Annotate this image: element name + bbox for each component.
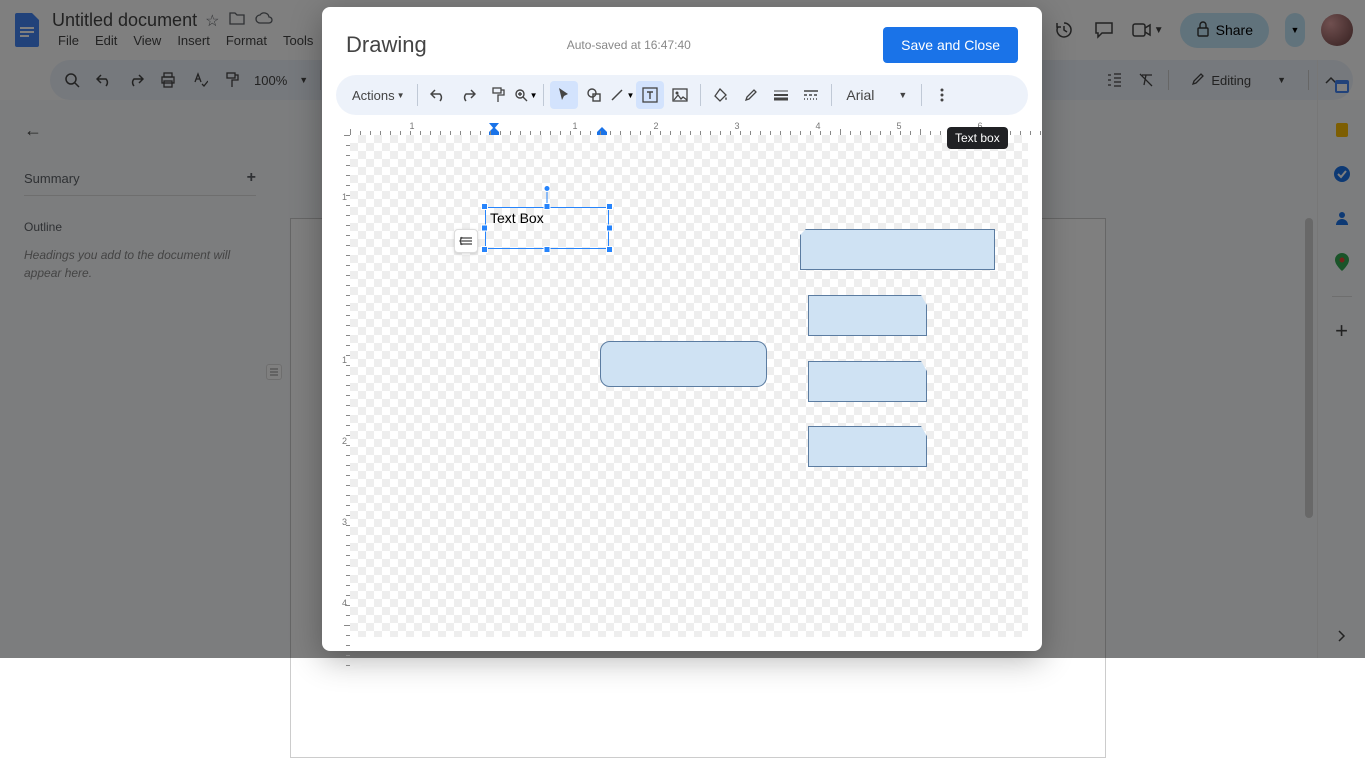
ruler-num: 1 bbox=[342, 192, 347, 202]
drawing-ruler-vertical[interactable]: 1 1 2 3 4 bbox=[336, 135, 350, 637]
line-tool-icon[interactable]: ▼ bbox=[610, 81, 634, 109]
ruler-num: 2 bbox=[653, 121, 658, 131]
font-select[interactable]: Arial ▼ bbox=[838, 87, 915, 103]
ruler-num: 1 bbox=[409, 121, 414, 131]
toolbar-separator bbox=[543, 84, 544, 106]
border-weight-icon[interactable] bbox=[767, 81, 795, 109]
modal-title: Drawing bbox=[346, 32, 427, 58]
font-name: Arial bbox=[846, 87, 874, 103]
drawing-ruler-horizontal[interactable]: 1 1 2 3 4 5 6 bbox=[350, 121, 1028, 135]
shape-snip1[interactable] bbox=[800, 229, 995, 270]
toolbar-separator bbox=[831, 84, 832, 106]
ruler-num: 4 bbox=[815, 121, 820, 131]
textbox-option-button[interactable] bbox=[454, 229, 478, 253]
drawing-canvas[interactable]: Text Box bbox=[350, 135, 1028, 637]
ruler-num: 1 bbox=[342, 355, 347, 365]
toolbar-separator bbox=[700, 84, 701, 106]
redo-icon[interactable] bbox=[454, 81, 482, 109]
resize-handle-mr[interactable] bbox=[606, 225, 613, 232]
more-icon[interactable] bbox=[928, 81, 956, 109]
actions-label: Actions bbox=[352, 88, 395, 103]
select-tool-icon[interactable] bbox=[550, 81, 578, 109]
format-paint-icon[interactable] bbox=[484, 81, 512, 109]
drawing-modal: Drawing Auto-saved at 16:47:40 Save and … bbox=[322, 7, 1042, 651]
textbox-tooltip: Text box bbox=[947, 127, 1008, 149]
chevron-down-icon: ▼ bbox=[898, 90, 907, 100]
modal-header: Drawing Auto-saved at 16:47:40 Save and … bbox=[322, 7, 1042, 75]
resize-handle-tl[interactable] bbox=[481, 203, 488, 210]
resize-handle-bl[interactable] bbox=[481, 246, 488, 253]
resize-handle-tm[interactable] bbox=[544, 203, 551, 210]
rotate-handle[interactable] bbox=[544, 185, 551, 192]
resize-handle-ml[interactable] bbox=[481, 225, 488, 232]
ruler-num: 3 bbox=[734, 121, 739, 131]
resize-handle-br[interactable] bbox=[606, 246, 613, 253]
shape-snip2sr[interactable] bbox=[808, 361, 927, 402]
shape-rounded-rect[interactable] bbox=[600, 341, 767, 387]
resize-handle-bm[interactable] bbox=[544, 246, 551, 253]
ruler-num: 1 bbox=[572, 121, 577, 131]
border-dash-icon[interactable] bbox=[797, 81, 825, 109]
shape-snip2sr[interactable] bbox=[808, 426, 927, 467]
drawing-toolbar: Actions▼ ▼ ▼ Arial ▼ bbox=[336, 75, 1028, 115]
textbox-tool-icon[interactable] bbox=[636, 81, 664, 109]
resize-handle-tr[interactable] bbox=[606, 203, 613, 210]
ruler-num: 4 bbox=[342, 598, 347, 608]
fill-color-icon[interactable] bbox=[707, 81, 735, 109]
indent-marker-right[interactable] bbox=[597, 127, 607, 135]
toolbar-separator bbox=[921, 84, 922, 106]
undo-icon[interactable] bbox=[424, 81, 452, 109]
textbox-shape[interactable]: Text Box bbox=[485, 207, 609, 249]
ruler-num: 5 bbox=[896, 121, 901, 131]
zoom-icon[interactable]: ▼ bbox=[514, 81, 538, 109]
canvas-wrap: 1 1 2 3 4 5 6 1 1 2 3 4 Text Box bbox=[336, 121, 1028, 637]
save-and-close-button[interactable]: Save and Close bbox=[883, 27, 1018, 63]
toolbar-separator bbox=[417, 84, 418, 106]
shape-snip2sr[interactable] bbox=[808, 295, 927, 336]
shape-tool-icon[interactable] bbox=[580, 81, 608, 109]
textbox-content[interactable]: Text Box bbox=[485, 207, 609, 249]
image-tool-icon[interactable] bbox=[666, 81, 694, 109]
autosave-text: Auto-saved at 16:47:40 bbox=[567, 38, 863, 52]
actions-menu[interactable]: Actions▼ bbox=[346, 84, 411, 107]
border-color-icon[interactable] bbox=[737, 81, 765, 109]
